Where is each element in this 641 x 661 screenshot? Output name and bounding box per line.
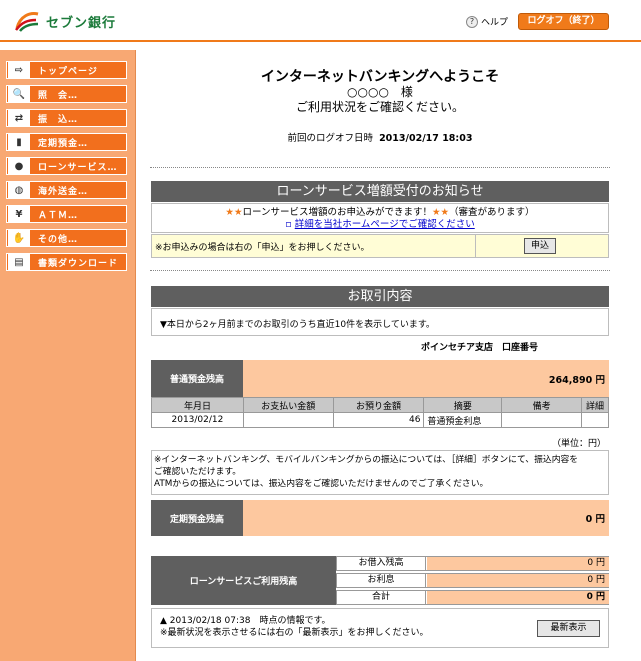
cell-payment <box>242 412 334 428</box>
last-logoff: 前回のログオフ日時 2013/02/17 18:03 <box>150 130 610 144</box>
sidebar-item-inquiry[interactable]: 🔍 照 会… <box>6 85 127 103</box>
table-row: 2013/02/12 46 普通預金利息 <box>151 412 609 428</box>
cell-details[interactable] <box>581 412 609 428</box>
cell-description: 普通預金利息 <box>423 412 503 428</box>
note-line: ※インターネットバンキング、モバイルバンキングからの振込については、［詳細］ボタ… <box>154 455 579 465</box>
star-icon: ★★ <box>225 207 243 218</box>
column-header: 摘要 <box>423 397 503 413</box>
transaction-table: 年月日 お支払い金額 お預り金額 摘要 備考 詳細 2013/02/12 46 … <box>151 397 609 428</box>
transactions-title: お取引内容 <box>151 286 609 307</box>
sidebar-item-atm[interactable]: ¥ ＡＴＭ… <box>6 205 127 223</box>
hand-icon: ✋ <box>8 230 30 246</box>
loan-notice-line: ★★ローンサービス増額のお申込みができます！★★（審査があります） <box>152 207 608 219</box>
logout-button[interactable]: ログオフ（終了） <box>518 13 609 30</box>
loan-notice-text: ローンサービス増額のお申込みができます！ <box>242 207 432 218</box>
home-icon: ⇨ <box>8 62 30 78</box>
atm-icon: ¥ <box>8 206 30 222</box>
star-icon: ★★ <box>432 207 450 218</box>
sidebar-item-transfer[interactable]: ⇄ 振 込… <box>6 109 127 127</box>
sidebar-item-label: 振 込… <box>38 114 79 125</box>
magnifier-icon: 🔍 <box>8 86 30 102</box>
loan-row-value: 0 円 <box>427 557 609 570</box>
last-logoff-label: 前回のログオフ日時 <box>287 133 374 144</box>
last-logoff-value: 2013/02/17 18:03 <box>379 133 473 144</box>
note-line: ご確認いただけます。 <box>154 467 242 477</box>
sidebar-item-document-download[interactable]: ▤ 書類ダウンロード <box>6 253 127 271</box>
column-header: 詳細 <box>581 397 609 413</box>
loan-row-label: 合計 <box>337 591 426 604</box>
sidebar-item-label: 海外送金… <box>38 186 89 197</box>
welcome-message: ご利用状況をご確認ください。 <box>295 100 464 114</box>
column-header: 年月日 <box>151 397 244 413</box>
divider <box>150 167 610 168</box>
cell-date: 2013/02/12 <box>151 412 244 428</box>
sidebar-item-label: その他… <box>38 234 79 245</box>
apply-row-divider <box>475 234 476 258</box>
logo-text: セブン銀行 <box>46 15 117 31</box>
loan-row-label: お借入残高 <box>337 557 426 570</box>
ordinary-balance-value: 264,890 円 <box>243 360 609 397</box>
loan-balance-label: ローンサービスご利用残高 <box>151 556 336 605</box>
globe-icon: ◍ <box>8 182 30 198</box>
sidebar-item-overseas-remittance[interactable]: ◍ 海外送金… <box>6 181 127 199</box>
loan-details-link[interactable]: 詳細を当社ホームページでご確認ください <box>295 219 475 230</box>
sidebar-item-other[interactable]: ✋ その他… <box>6 229 127 247</box>
transactions-info: ▼本日から2ヶ月前までのお取引のうち直近10件を表示しています。 <box>151 308 609 336</box>
transactions-info-text: ▼本日から2ヶ月前までのお取引のうち直近10件を表示しています。 <box>160 320 435 330</box>
time-deposit-value: 0 円 <box>243 500 609 536</box>
help-link[interactable]: ? ヘルプ <box>466 15 508 28</box>
loan-row-value: 0 円 <box>427 591 609 604</box>
column-header: 備考 <box>501 397 583 413</box>
sidebar-item-label: ローンサービス… <box>38 162 118 173</box>
help-label: ヘルプ <box>481 18 509 28</box>
header-divider <box>0 40 641 42</box>
help-icon: ? <box>466 15 478 28</box>
ordinary-balance-label: 普通預金残高 <box>151 360 243 397</box>
coin-bag-icon: ● <box>8 158 30 174</box>
logo-mark-icon <box>14 10 40 32</box>
sidebar-item-time-deposit[interactable]: ▮ 定期預金… <box>6 133 127 151</box>
transfer-icon: ⇄ <box>8 110 30 126</box>
loan-row-borrowing: お借入残高 0 円 <box>336 556 609 571</box>
sidebar-item-top-page[interactable]: ⇨ トップページ <box>6 61 127 79</box>
branch-account: ポインセチア支店 口座番号 <box>421 343 539 353</box>
loan-row-interest: お利息 0 円 <box>336 573 609 588</box>
time-deposit-label: 定期預金残高 <box>151 500 243 536</box>
loan-notice-title: ローンサービス増額受付のお知らせ <box>151 181 609 202</box>
column-header: お預り金額 <box>332 397 425 413</box>
loan-row-total: 合計 0 円 <box>336 590 609 605</box>
transfer-note: ※インターネットバンキング、モバイルバンキングからの振込については、［詳細］ボタ… <box>151 450 609 495</box>
apply-note: ※お申込みの場合は右の「申込」をお押しください。 <box>155 242 370 253</box>
sidebar-item-label: 定期預金… <box>38 138 89 149</box>
loan-row-label: お利息 <box>337 574 426 587</box>
loan-row-value: 0 円 <box>427 574 609 587</box>
unit-label: （単位：円） <box>551 439 606 449</box>
bank-logo[interactable]: セブン銀行 <box>14 10 116 32</box>
loan-notice-suffix: （審査があります） <box>449 207 535 218</box>
external-link-icon: ▫ <box>285 219 292 230</box>
bar-chart-icon: ▮ <box>8 134 30 150</box>
sidebar-item-label: 照 会… <box>38 90 79 101</box>
divider <box>150 270 610 271</box>
loan-notice-body: ★★ローンサービス増額のお申込みができます！★★（審査があります） ▫ 詳細を当… <box>151 203 609 233</box>
sidebar-item-label: ＡＴＭ… <box>38 210 79 221</box>
apply-button[interactable]: 申込 <box>524 238 556 254</box>
sidebar-item-label: トップページ <box>38 66 98 77</box>
sidebar-item-loan-service[interactable]: ● ローンサービス… <box>6 157 127 175</box>
column-header: お支払い金額 <box>242 397 334 413</box>
cell-deposit: 46 <box>332 412 425 428</box>
note-line: ATMからの振込については、振込内容をご確認いただけませんのでご了承ください。 <box>154 479 489 489</box>
sidebar: ⇨ トップページ 🔍 照 会… ⇄ 振 込… ▮ 定期預金… ● ローンサービス… <box>0 50 136 661</box>
document-icon: ▤ <box>8 254 30 270</box>
sidebar-item-label: 書類ダウンロード <box>38 258 119 269</box>
refresh-button[interactable]: 最新表示 <box>537 620 600 637</box>
cell-remarks <box>501 412 583 428</box>
